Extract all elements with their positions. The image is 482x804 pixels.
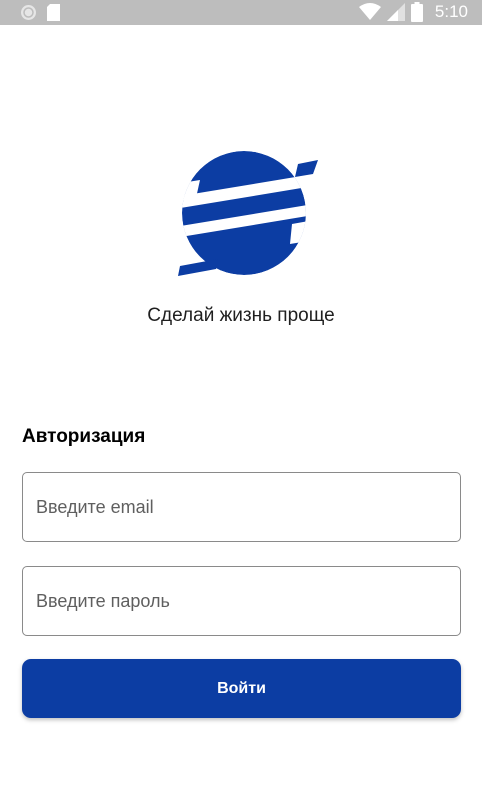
status-time: 5:10 bbox=[434, 2, 468, 21]
login-button[interactable]: Войти bbox=[22, 659, 461, 718]
status-right-icons: 5:10 bbox=[358, 2, 468, 22]
password-field[interactable] bbox=[22, 566, 461, 636]
auth-title: Авторизация bbox=[22, 426, 146, 447]
tagline: Сделай жизнь проще bbox=[147, 305, 335, 326]
email-field[interactable] bbox=[22, 472, 461, 542]
company-logo bbox=[178, 151, 318, 276]
status-bar: 5:10 bbox=[0, 0, 482, 25]
sd-card-icon bbox=[47, 4, 60, 21]
signal-icon bbox=[386, 3, 405, 21]
status-left-icons bbox=[20, 4, 60, 21]
sync-icon bbox=[21, 5, 36, 20]
battery-icon bbox=[410, 2, 423, 22]
wifi-icon bbox=[358, 3, 381, 20]
